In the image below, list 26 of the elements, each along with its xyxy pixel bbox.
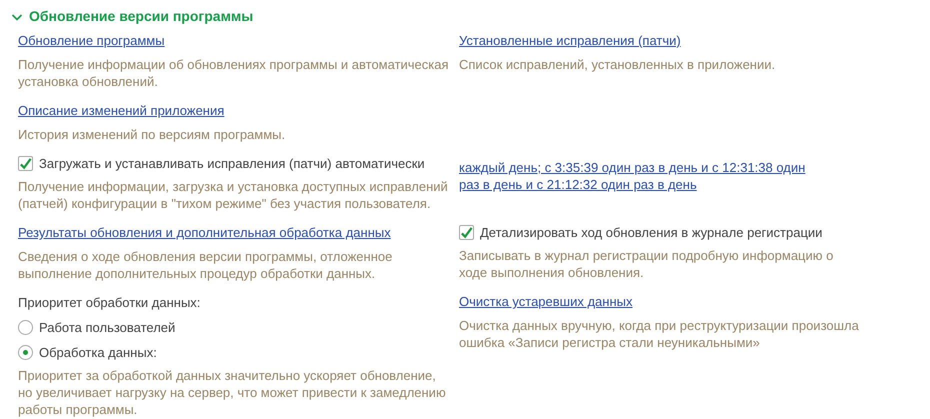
checkbox-label: Детализировать ход обновления в журнале регистрации [480, 224, 822, 241]
link[interactable]: Результаты обновления и дополнительная обработка данных [18, 224, 391, 242]
link[interactable]: Обновление программы [18, 32, 165, 50]
description-text: Сведения о ходе обновления версии программы, отложенное выполнение дополнительных процедур обработки данных. [18, 248, 394, 282]
checkbox[interactable] [459, 225, 474, 240]
description-text: Получение информации об обновлениях программы и автоматическая установка обновлений. [18, 56, 450, 90]
checkmark-icon [19, 156, 32, 170]
description-text: История изменений по версиям программы. [18, 126, 286, 143]
description-text: Приоритет за обработкой данных значительно ускоряет обновление, но увеличивает нагрузку на сервер, что может привести к замедлению работы программы. [18, 367, 447, 418]
link[interactable]: Установленные исправления (патчи) [459, 32, 681, 50]
link[interactable]: Очистка устаревших данных [459, 293, 632, 311]
field-label: Приоритет обработки данных: [18, 294, 200, 311]
link[interactable]: Описание изменений приложения [18, 102, 224, 120]
radio-label: Обработка данных: [39, 344, 157, 361]
radio-label: Работа пользователей [39, 319, 176, 336]
description-text: Получение информации, загрузка и установка доступных исправлений (патчей) конфигурации в "тихом режиме" без участия пользователя. [18, 178, 449, 212]
description-text: Список исправлений, установленных в приложении. [459, 56, 776, 73]
checkmark-icon [460, 226, 473, 240]
radio-button[interactable] [18, 345, 33, 360]
radio-button[interactable] [18, 320, 33, 335]
section-title: Обновление версии программы [29, 7, 254, 26]
schedule-link[interactable]: каждый день; с 3:35:39 один раз в день и с 12:31:38 один раз в день и с 21:12:32 один раз в день [459, 159, 815, 193]
description-text: Очистка данных вручную, когда при реструктуризации произошла ошибка «Записи регистра стали неуникальными» [459, 317, 859, 351]
checkbox-label: Загружать и устанавливать исправления (патчи) автоматически [39, 155, 425, 172]
description-text: Записывать в журнал регистрации подробную информацию о ходе выполнения обновления. [459, 247, 834, 281]
checkbox[interactable] [18, 156, 33, 171]
